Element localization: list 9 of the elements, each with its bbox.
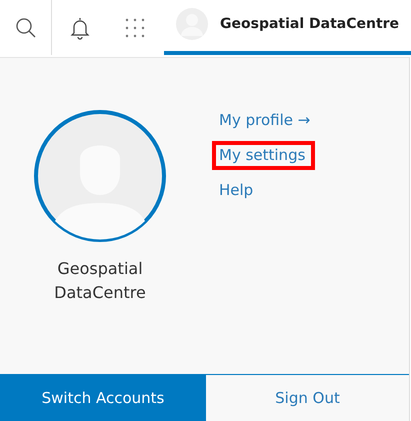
bell-icon <box>70 16 90 40</box>
menu-link[interactable]: My settings <box>212 141 316 170</box>
menu-link[interactable]: Help <box>212 176 264 205</box>
menu-link[interactable]: My profile → <box>212 106 320 135</box>
avatar-icon <box>33 109 167 243</box>
profile-name: Geospatial DataCentre <box>53 258 147 304</box>
app-grid-icon <box>124 16 146 38</box>
search-icon <box>14 16 36 38</box>
account-button[interactable]: Switch Accounts <box>0 375 206 421</box>
